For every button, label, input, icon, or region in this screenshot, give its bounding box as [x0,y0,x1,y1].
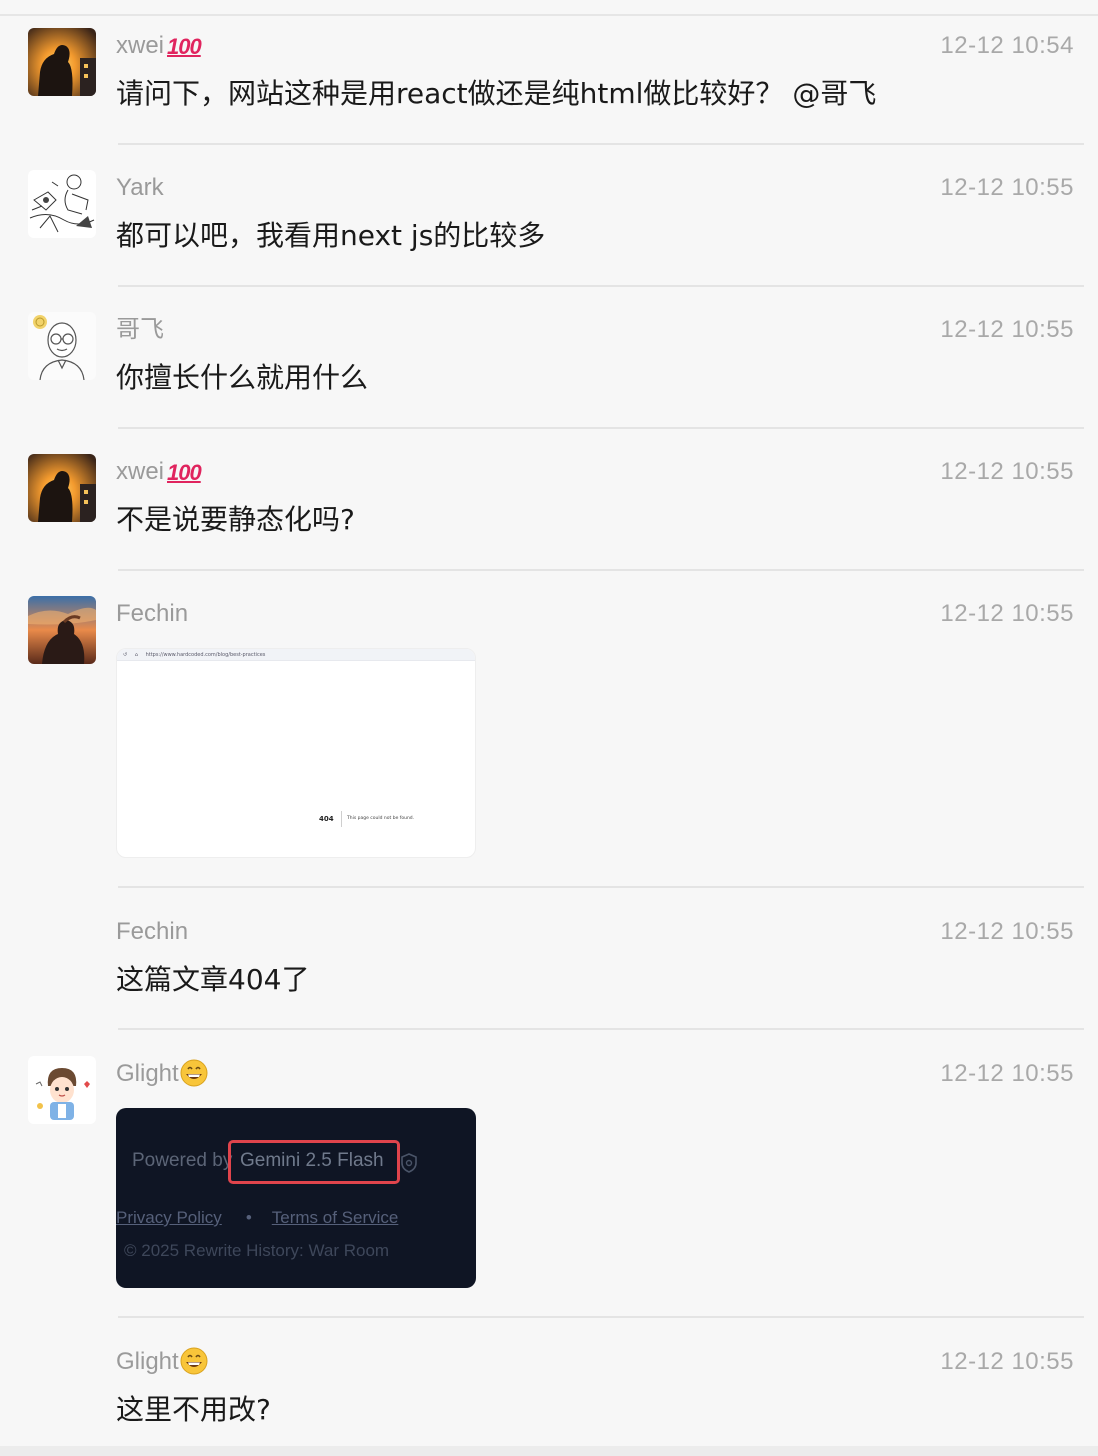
message-divider [118,1316,1084,1318]
message-text[interactable]: 这篇文章404了 [116,960,309,1000]
powered-by-label: Powered by [132,1150,233,1171]
message-time: 12-12 10:55 [940,1348,1074,1375]
error-message: This page could not be found. [347,816,415,821]
message-divider [118,886,1084,888]
glasses-man-avatar[interactable] [28,312,96,380]
sender-name: Fechin [116,600,189,627]
error-separator [341,811,342,827]
message-divider [118,427,1084,429]
sunset-portrait-avatar[interactable] [28,596,96,664]
sender-name: Glight [116,1056,208,1092]
sunset-silhouette-avatar[interactable] [28,28,96,96]
footer-links: Privacy Policy • Terms of Service [116,1208,398,1228]
message-divider [118,1028,1084,1030]
hundred-points-icon: 100 [167,459,202,485]
grinning-face-icon [180,1347,208,1375]
url-text: https://www.hardcoded.com/blog/best-prac… [145,652,266,658]
home-icon: ⌂ [134,652,138,658]
message-time: 12-12 10:55 [940,174,1074,201]
message-time: 12-12 10:55 [940,458,1074,485]
sender-name: xwei 100 [116,458,202,485]
grinning-face-icon [180,1059,208,1087]
message-divider [118,569,1084,571]
message-time: 12-12 10:55 [940,600,1074,627]
sender-name: Glight [116,1344,208,1380]
top-divider [0,14,1098,16]
error-code: 404 [319,815,334,823]
copyright-text: © 2025 Rewrite History: War Room [124,1241,390,1260]
privacy-policy-link: Privacy Policy [116,1208,222,1227]
message-text[interactable]: 都可以吧，我看用next js的比较多 [116,216,545,256]
screenshot-image[interactable]: ↺ ⌂ https://www.hardcoded.com/blog/best-… [116,648,476,858]
hundred-points-icon: 100 [167,33,202,59]
model-name: Gemini 2.5 Flash [240,1150,384,1171]
shield-icon [401,1153,417,1173]
sketch-drawing-avatar[interactable] [28,170,96,238]
terms-of-service-link: Terms of Service [271,1208,399,1227]
message-time: 12-12 10:55 [940,316,1074,343]
message-divider [118,143,1084,145]
message-time: 12-12 10:54 [940,32,1074,59]
sender-name: 哥飞 [116,316,164,343]
back-icon: ↺ [123,652,128,658]
message-text[interactable]: 请问下，网站这种是用react做还是纯html做比较好？ @哥飞 [116,74,876,114]
message-text[interactable]: 不是说要静态化吗? [116,500,355,540]
sender-name: xwei 100 [116,32,202,59]
message-time: 12-12 10:55 [940,1060,1074,1087]
link-separator: • [245,1208,252,1227]
sender-name: Yark [116,174,164,201]
sunset-silhouette-avatar[interactable] [28,454,96,522]
bottom-edge [0,1446,1098,1456]
sender-name: Fechin [116,918,189,945]
screenshot-image[interactable]: Powered by Gemini 2.5 Flash Privacy Poli… [116,1108,476,1288]
message-divider [118,285,1084,287]
cartoon-boy-avatar[interactable] [28,1056,96,1124]
message-time: 12-12 10:55 [940,918,1074,945]
message-text[interactable]: 这里不用改? [116,1390,271,1430]
message-text[interactable]: 你擅长什么就用什么 [116,358,368,398]
browser-url-bar: ↺ ⌂ https://www.hardcoded.com/blog/best-… [117,649,475,661]
